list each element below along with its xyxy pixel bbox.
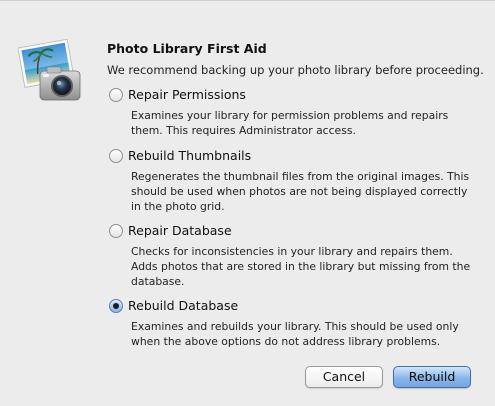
option-description: Examines your library for permission pro… <box>131 108 481 138</box>
option-description: Regenerates the thumbnail files from the… <box>131 169 481 214</box>
dialog-title: Photo Library First Aid <box>107 41 267 56</box>
option-description: Examines and rebuilds your library. This… <box>131 319 481 349</box>
description-line: in the photo grid. <box>131 200 225 213</box>
description-line: Regenerates the thumbnail files from the… <box>131 170 470 183</box>
description-line: them. This requires Administrator access… <box>131 124 356 137</box>
dialog-subtitle: We recommend backing up your photo libra… <box>107 63 484 77</box>
description-line: when the above options do not address li… <box>131 335 441 348</box>
iphoto-camera-icon <box>18 39 81 101</box>
description-line: database. <box>131 275 185 288</box>
option-label[interactable]: Repair Database <box>128 223 232 239</box>
radio-rebuild-database[interactable] <box>109 299 123 313</box>
cancel-button[interactable]: Cancel <box>305 366 383 388</box>
radio-rebuild-thumbnails[interactable] <box>109 149 123 163</box>
option-label[interactable]: Repair Permissions <box>128 87 246 103</box>
description-line: Adds photos that are stored in the libra… <box>131 260 471 273</box>
radio-repair-database[interactable] <box>109 224 123 238</box>
description-line: Examines your library for permission pro… <box>131 109 449 122</box>
option-label[interactable]: Rebuild Database <box>128 298 238 314</box>
description-line: Examines and rebuilds your library. This… <box>131 320 459 333</box>
radio-selected-dot <box>113 303 119 309</box>
radio-repair-permissions[interactable] <box>109 88 123 102</box>
description-line: Checks for inconsistencies in your libra… <box>131 245 453 258</box>
option-label[interactable]: Rebuild Thumbnails <box>128 148 251 164</box>
description-line: should be used when photos are not being… <box>131 185 468 198</box>
option-description: Checks for inconsistencies in your libra… <box>131 244 481 289</box>
rebuild-button[interactable]: Rebuild <box>393 366 471 388</box>
first-aid-dialog: Photo Library First Aid We recommend bac… <box>0 0 495 406</box>
